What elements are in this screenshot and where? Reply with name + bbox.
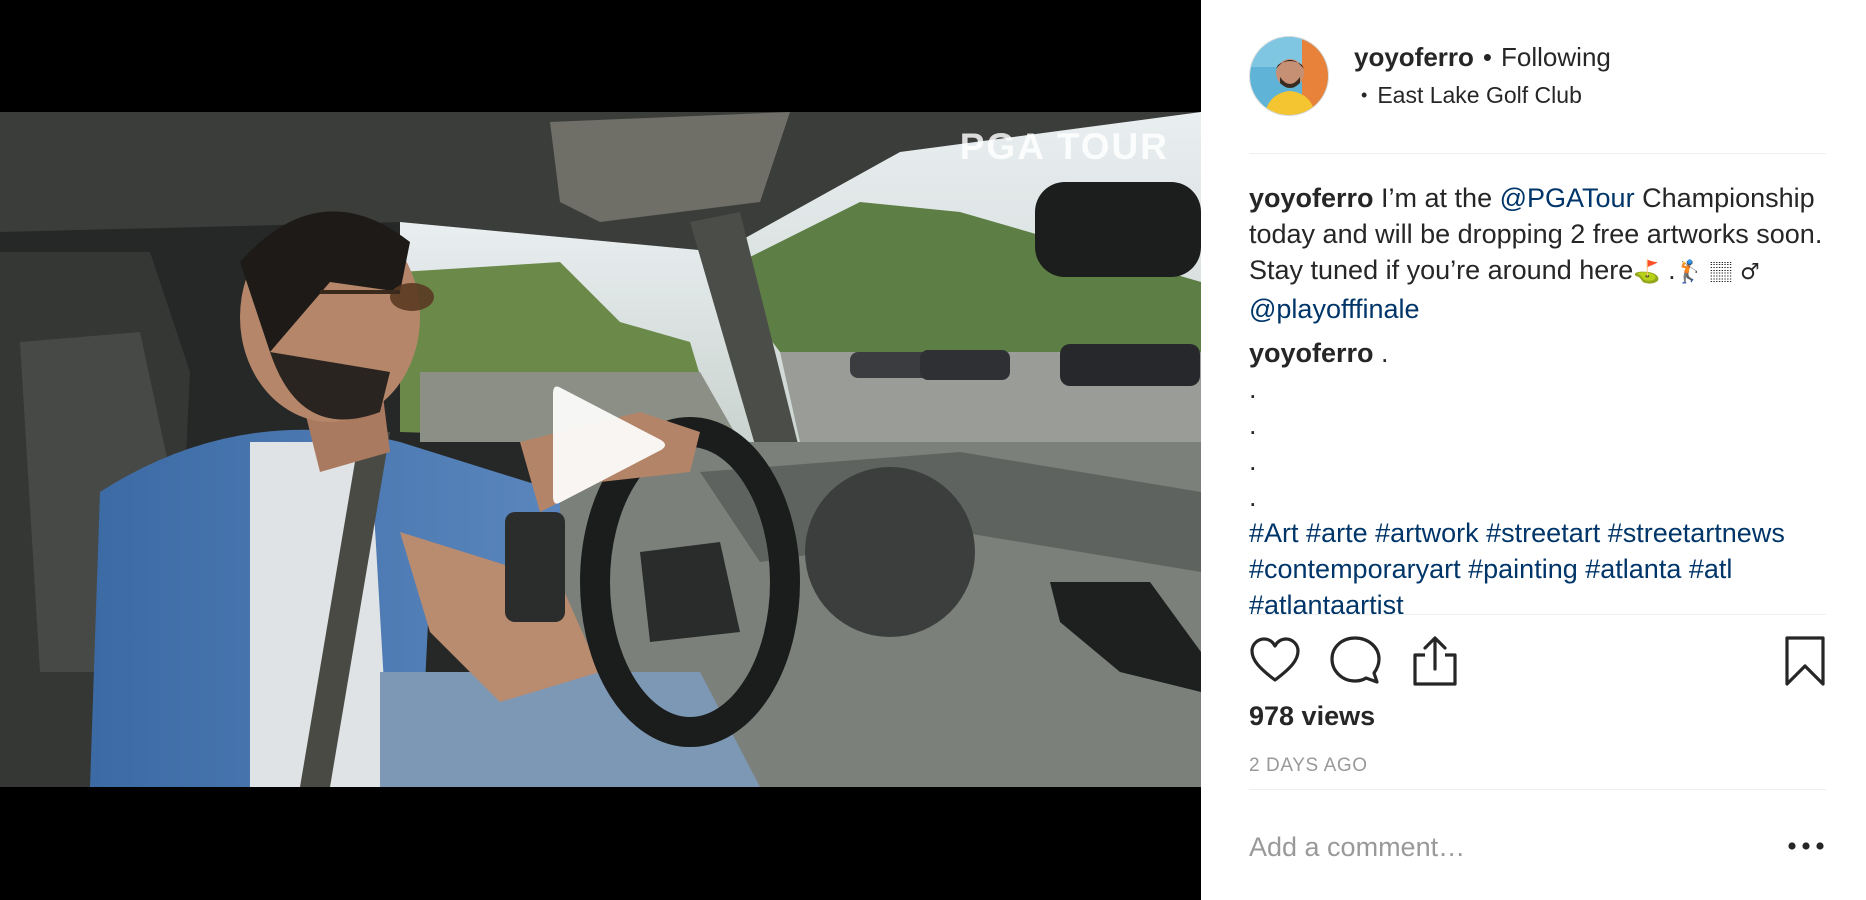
separator-dot: •	[1482, 42, 1493, 72]
comment-caption: yoyoferro .	[1249, 335, 1826, 371]
post-viewer: PGA TOUR yoyoferro • Following • East La…	[0, 0, 1866, 900]
caption-scroll-area[interactable]: yoyoferro I’m at the @PGATour Championsh…	[1249, 180, 1826, 614]
hashtag[interactable]: #painting	[1468, 554, 1578, 584]
skin-tone-emoji: 🏽	[1710, 260, 1733, 285]
caption-username[interactable]: yoyoferro	[1249, 183, 1374, 213]
hashtag[interactable]: #artwork	[1375, 518, 1479, 548]
more-dots-icon	[1788, 842, 1824, 850]
like-button[interactable]	[1249, 635, 1301, 687]
mention-pgatour[interactable]: @PGATour	[1500, 183, 1635, 213]
comment-text: .	[1373, 338, 1389, 368]
location-row: • East Lake Golf Club	[1361, 82, 1582, 109]
dot-line: .	[1249, 482, 1257, 512]
golf-flag-emoji: ⛳	[1633, 260, 1661, 285]
hashtag[interactable]: #atlantaartist	[1249, 590, 1404, 614]
golfer-emoji: 🏌	[1675, 260, 1704, 285]
comment-button[interactable]	[1329, 635, 1381, 687]
avatar-image	[1250, 37, 1328, 115]
post-caption: yoyoferro I’m at the @PGATour Championsh…	[1249, 180, 1826, 327]
mention-playofffinale[interactable]: @playofffinale	[1249, 294, 1420, 324]
caption-text-1: I’m at the	[1373, 183, 1500, 213]
post-header: yoyoferro • Following • East Lake Golf C…	[1249, 36, 1826, 154]
hashtag[interactable]: #atlanta	[1585, 554, 1681, 584]
dot-line: .	[1249, 446, 1257, 476]
author-username[interactable]: yoyoferro	[1354, 42, 1474, 73]
bookmark-icon	[1785, 636, 1825, 686]
save-button[interactable]	[1784, 635, 1826, 687]
dot-line: .	[1249, 410, 1257, 440]
dot-line: .	[1249, 374, 1257, 404]
share-icon	[1413, 636, 1457, 686]
hashtag[interactable]: #streetart	[1486, 518, 1600, 548]
heart-icon	[1250, 637, 1300, 682]
hashtag[interactable]: #arte	[1306, 518, 1368, 548]
pga-tour-watermark: PGA TOUR	[959, 126, 1169, 167]
share-button[interactable]	[1409, 635, 1461, 687]
caption-dot: .	[1660, 255, 1676, 285]
comment-form	[1249, 789, 1826, 900]
more-options-button[interactable]	[1786, 830, 1826, 860]
location-link[interactable]: East Lake Golf Club	[1377, 82, 1582, 109]
play-button[interactable]	[543, 380, 671, 510]
video-player[interactable]: PGA TOUR	[0, 0, 1201, 900]
hashtag-list: #Art #arte #artwork #streetart #streetar…	[1249, 515, 1826, 614]
comment-username[interactable]: yoyoferro	[1249, 338, 1374, 368]
post-actions-section: 978 views 2 DAYS AGO	[1249, 614, 1826, 790]
play-icon	[553, 386, 665, 504]
comment-input[interactable]	[1249, 828, 1749, 866]
hashtag[interactable]: #contemporaryart	[1249, 554, 1461, 584]
author-row: yoyoferro • Following	[1354, 42, 1611, 73]
hashtag[interactable]: #streetartnews	[1608, 518, 1785, 548]
following-button[interactable]: Following	[1501, 42, 1611, 73]
male-sign-emoji: ♂	[1740, 260, 1760, 285]
avatar[interactable]	[1249, 36, 1329, 116]
post-sidebar: yoyoferro • Following • East Lake Golf C…	[1201, 0, 1866, 900]
view-count[interactable]: 978 views	[1249, 701, 1375, 732]
post-timestamp: 2 DAYS AGO	[1249, 755, 1368, 776]
action-bar	[1249, 635, 1826, 687]
comment-icon	[1330, 636, 1381, 684]
location-bullet: •	[1361, 85, 1368, 105]
hashtag[interactable]: #Art	[1249, 518, 1299, 548]
hashtag[interactable]: #atl	[1689, 554, 1733, 584]
